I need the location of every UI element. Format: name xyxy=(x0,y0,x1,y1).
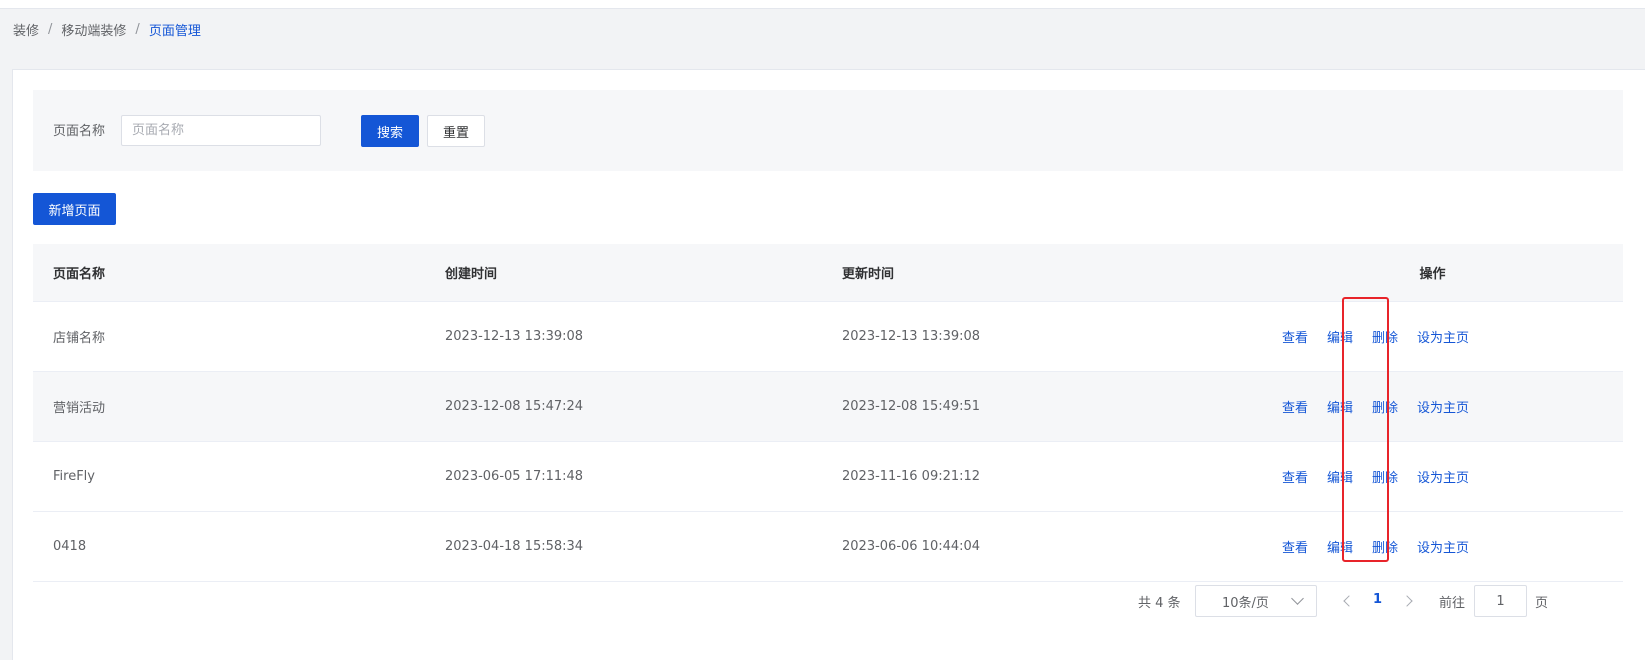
edit-link[interactable]: 编辑 xyxy=(1327,327,1353,346)
search-panel: 页面名称 搜索 重置 xyxy=(33,90,1623,171)
row-updated-time: 2023-12-08 15:49:51 xyxy=(842,399,981,414)
row-page-name: 营销活动 xyxy=(53,401,106,416)
pagination: 共 4 条 10条/页 1 前往 页 xyxy=(0,585,1645,617)
row-page-name: 0418 xyxy=(53,539,87,554)
chevron-right-icon[interactable] xyxy=(1401,595,1413,607)
table-row: 店铺名称 2023-12-13 13:39:08 2023-12-13 13:3… xyxy=(33,302,1623,372)
breadcrumb-separator: / xyxy=(48,21,53,37)
goto-suffix: 页 xyxy=(1535,596,1549,611)
row-page-name: FireFly xyxy=(53,469,95,484)
goto-label: 前往 xyxy=(1439,596,1466,611)
breadcrumb-item-decoration[interactable]: 装修 xyxy=(13,20,39,39)
row-updated-time: 2023-11-16 09:21:12 xyxy=(842,469,981,484)
edit-link[interactable]: 编辑 xyxy=(1327,467,1353,486)
breadcrumb-separator: / xyxy=(135,21,140,37)
search-label: 页面名称 xyxy=(53,124,106,139)
page-name-search-input[interactable] xyxy=(121,115,321,146)
top-bar xyxy=(0,0,1645,9)
chevron-down-icon xyxy=(1291,592,1304,605)
set-home-link[interactable]: 设为主页 xyxy=(1417,397,1469,416)
edit-link[interactable]: 编辑 xyxy=(1327,397,1353,416)
column-header-created: 创建时间 xyxy=(445,267,498,282)
row-actions: 查看 编辑 删除 设为主页 xyxy=(1282,537,1623,556)
table-row: 0418 2023-04-18 15:58:34 2023-06-06 10:4… xyxy=(33,512,1623,582)
row-actions: 查看 编辑 删除 设为主页 xyxy=(1282,327,1623,346)
goto-page-input[interactable] xyxy=(1474,585,1527,617)
view-link[interactable]: 查看 xyxy=(1282,537,1308,556)
set-home-link[interactable]: 设为主页 xyxy=(1417,327,1469,346)
set-home-link[interactable]: 设为主页 xyxy=(1417,467,1469,486)
row-updated-time: 2023-12-13 13:39:08 xyxy=(842,329,981,344)
row-page-name: 店铺名称 xyxy=(53,331,106,346)
pages-table: 页面名称 创建时间 更新时间 操作 店铺名称 2023-12-13 13:39:… xyxy=(33,244,1623,582)
page-size-value: 10条/页 xyxy=(1222,595,1269,611)
content-card: 页面名称 搜索 重置 新增页面 页面名称 创建时间 更新时间 操作 店铺名称 2… xyxy=(12,69,1645,660)
table-row: FireFly 2023-06-05 17:11:48 2023-11-16 0… xyxy=(33,442,1623,512)
row-actions: 查看 编辑 删除 设为主页 xyxy=(1282,467,1623,486)
column-header-updated: 更新时间 xyxy=(842,267,895,282)
row-created-time: 2023-04-18 15:58:34 xyxy=(445,539,584,554)
page-number-current[interactable]: 1 xyxy=(1373,592,1382,607)
set-home-link[interactable]: 设为主页 xyxy=(1417,537,1469,556)
table-row: 营销活动 2023-12-08 15:47:24 2023-12-08 15:4… xyxy=(33,372,1623,442)
delete-link[interactable]: 删除 xyxy=(1372,537,1398,556)
delete-link[interactable]: 删除 xyxy=(1372,327,1398,346)
page-size-select[interactable]: 10条/页 xyxy=(1195,585,1317,617)
breadcrumb: 装修 / 移动端装修 / 页面管理 xyxy=(13,19,201,39)
reset-button[interactable]: 重置 xyxy=(427,115,485,147)
row-created-time: 2023-06-05 17:11:48 xyxy=(445,469,584,484)
table-header: 页面名称 创建时间 更新时间 操作 xyxy=(33,244,1623,302)
view-link[interactable]: 查看 xyxy=(1282,397,1308,416)
search-button[interactable]: 搜索 xyxy=(361,115,419,147)
column-header-name: 页面名称 xyxy=(53,267,106,282)
column-header-actions: 操作 xyxy=(1419,267,1446,282)
breadcrumb-item-mobile-decoration[interactable]: 移动端装修 xyxy=(61,20,126,39)
row-updated-time: 2023-06-06 10:44:04 xyxy=(842,539,981,554)
view-link[interactable]: 查看 xyxy=(1282,467,1308,486)
view-link[interactable]: 查看 xyxy=(1282,327,1308,346)
chevron-left-icon[interactable] xyxy=(1343,595,1355,607)
row-created-time: 2023-12-08 15:47:24 xyxy=(445,399,584,414)
delete-link[interactable]: 删除 xyxy=(1372,467,1398,486)
pagination-total: 共 4 条 xyxy=(1138,596,1181,611)
row-created-time: 2023-12-13 13:39:08 xyxy=(445,329,584,344)
row-actions: 查看 编辑 删除 设为主页 xyxy=(1282,397,1623,416)
edit-link[interactable]: 编辑 xyxy=(1327,537,1353,556)
breadcrumb-item-page-management: 页面管理 xyxy=(148,23,201,39)
delete-link[interactable]: 删除 xyxy=(1372,397,1398,416)
add-page-button[interactable]: 新增页面 xyxy=(33,193,116,225)
